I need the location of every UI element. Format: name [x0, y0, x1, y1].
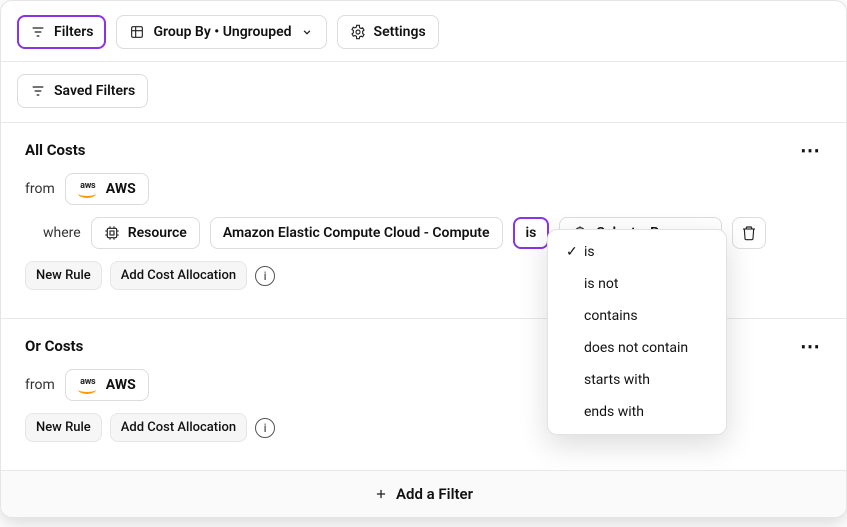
new-rule-button[interactable]: New Rule [25, 413, 102, 442]
chevron-down-icon [300, 25, 314, 39]
operator-option-label: does not contain [584, 340, 688, 356]
operator-option-is[interactable]: ✓ is [548, 236, 726, 268]
value-chip[interactable]: Amazon Elastic Compute Cloud - Compute [210, 217, 503, 249]
info-icon[interactable]: i [255, 266, 275, 286]
operator-option-does-not-contain[interactable]: does not contain [548, 332, 726, 364]
operator-option-starts-with[interactable]: starts with [548, 364, 726, 396]
provider-chip[interactable]: aws AWS [65, 369, 149, 401]
gear-icon [350, 24, 366, 40]
add-filter-label: Add a Filter [396, 485, 473, 503]
filter-title: All Costs [25, 141, 86, 159]
add-filter-button[interactable]: Add a Filter [1, 470, 846, 517]
add-cost-allocation-label: Add Cost Allocation [121, 420, 236, 435]
operator-option-ends-with[interactable]: ends with [548, 396, 726, 428]
filter-icon [30, 83, 46, 99]
aws-icon: aws [78, 182, 98, 197]
new-rule-label: New Rule [36, 268, 91, 283]
saved-filters-button[interactable]: Saved Filters [17, 74, 148, 108]
filter-block: All Costs ⋯ from aws AWS where [1, 122, 846, 318]
aws-icon: aws [78, 378, 98, 393]
new-rule-label: New Rule [36, 420, 91, 435]
operator-dropdown: ✓ is is not contains does not contain st… [547, 229, 727, 435]
operator-option-label: is [584, 244, 595, 260]
from-label: from [25, 377, 55, 393]
top-toolbar: Filters Group By • Ungrouped Settings [1, 1, 846, 62]
operator-chip[interactable]: is [513, 217, 550, 249]
filter-icon [30, 24, 46, 40]
add-cost-allocation-button[interactable]: Add Cost Allocation [110, 261, 247, 290]
filters-button[interactable]: Filters [17, 15, 106, 49]
provider-label: AWS [106, 181, 136, 197]
from-label: from [25, 181, 55, 197]
groupby-button[interactable]: Group By • Ungrouped [116, 15, 326, 49]
attribute-label: Resource [128, 225, 187, 241]
saved-filters-label: Saved Filters [54, 82, 135, 100]
trash-icon [741, 225, 757, 241]
resource-icon [104, 225, 120, 241]
settings-label: Settings [374, 23, 426, 41]
where-label: where [43, 225, 81, 241]
groupby-icon [129, 24, 145, 40]
filter-title: Or Costs [25, 337, 83, 355]
info-icon[interactable]: i [255, 418, 275, 438]
groupby-label: Group By • Ungrouped [153, 23, 291, 41]
provider-label: AWS [106, 377, 136, 393]
value-label: Amazon Elastic Compute Cloud - Compute [223, 225, 490, 241]
settings-button[interactable]: Settings [337, 15, 439, 49]
add-cost-allocation-button[interactable]: Add Cost Allocation [110, 413, 247, 442]
add-cost-allocation-label: Add Cost Allocation [121, 268, 236, 283]
operator-option-label: is not [584, 276, 618, 292]
filters-label: Filters [54, 23, 93, 41]
operator-option-is-not[interactable]: is not [548, 268, 726, 300]
plus-icon [374, 487, 388, 501]
more-menu-button[interactable]: ⋯ [800, 144, 822, 156]
attribute-chip[interactable]: Resource [91, 217, 200, 249]
operator-option-label: starts with [584, 372, 650, 388]
operator-option-label: ends with [584, 404, 644, 420]
provider-chip[interactable]: aws AWS [65, 173, 149, 205]
check-icon: ✓ [566, 244, 584, 260]
more-menu-button[interactable]: ⋯ [800, 340, 822, 352]
operator-label: is [526, 225, 537, 241]
new-rule-button[interactable]: New Rule [25, 261, 102, 290]
sub-toolbar: Saved Filters [1, 62, 846, 122]
operator-option-label: contains [584, 308, 638, 324]
delete-rule-button[interactable] [732, 217, 766, 249]
operator-option-contains[interactable]: contains [548, 300, 726, 332]
